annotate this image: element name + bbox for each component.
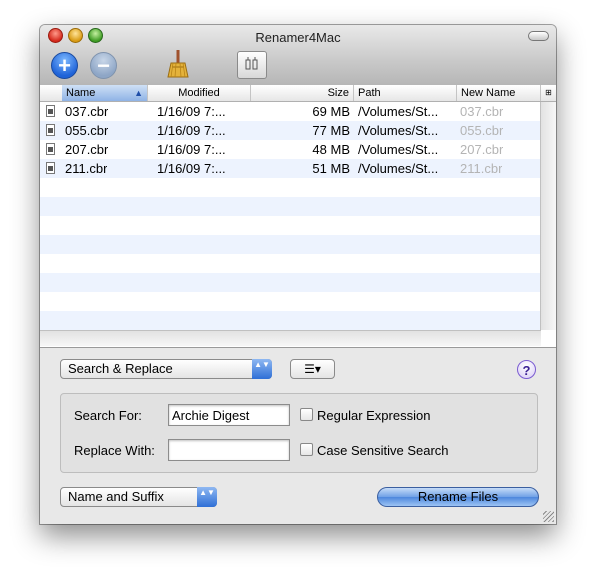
options-panel: Search & Replace ▲▼ ☰▾ ? Search For: Reg… (40, 348, 556, 524)
empty-row (40, 311, 540, 330)
table-row[interactable]: 207.cbr 1/16/09 7:... 48 MB /Volumes/St.… (40, 140, 540, 159)
sort-ascending-icon: ▲ (134, 88, 143, 98)
replace-with-label: Replace With: (74, 443, 155, 458)
cell-new-name: 037.cbr (460, 104, 504, 119)
titlebar: Renamer4Mac + − (40, 25, 556, 86)
cell-name: 055.cbr (65, 123, 109, 138)
empty-row (40, 235, 540, 254)
app-window: Renamer4Mac + − Name ▲ Modified Size Pat… (40, 25, 556, 524)
file-icon (46, 143, 55, 155)
replace-with-input[interactable] (168, 439, 290, 461)
cell-size: 48 MB (312, 142, 350, 157)
cell-modified: 1/16/09 7:... (157, 104, 226, 119)
column-header-size[interactable]: Size (251, 85, 354, 101)
plus-icon: + (58, 52, 71, 78)
cell-new-name: 211.cbr (460, 161, 503, 176)
popup-arrows-icon: ▲▼ (197, 487, 217, 507)
remove-files-button[interactable]: − (90, 52, 117, 79)
cell-modified: 1/16/09 7:... (157, 142, 226, 157)
window-title: Renamer4Mac (255, 30, 341, 45)
table-rows: 037.cbr 1/16/09 7:... 69 MB /Volumes/St.… (40, 102, 540, 330)
empty-row (40, 216, 540, 235)
preview-icon (245, 57, 258, 70)
empty-row (40, 292, 540, 311)
file-icon (46, 124, 55, 136)
table-row[interactable]: 037.cbr 1/16/09 7:... 69 MB /Volumes/St.… (40, 102, 540, 121)
empty-row (40, 254, 540, 273)
empty-row (40, 197, 540, 216)
toolbar-toggle-button[interactable] (528, 31, 549, 41)
column-header-modified[interactable]: Modified (148, 85, 251, 101)
table-row[interactable]: 211.cbr 1/16/09 7:... 51 MB /Volumes/St.… (40, 159, 540, 178)
rename-files-button[interactable]: Rename Files (377, 487, 539, 507)
rename-mode-popup[interactable]: Search & Replace ▲▼ (60, 359, 272, 379)
search-replace-group: Search For: Regular Expression Replace W… (60, 393, 538, 473)
add-files-button[interactable]: + (51, 52, 78, 79)
case-sensitive-label: Case Sensitive Search (317, 443, 449, 458)
vertical-scrollbar[interactable] (540, 102, 556, 330)
clear-list-button[interactable] (166, 49, 190, 79)
cell-name: 211.cbr (65, 161, 108, 176)
search-for-input[interactable] (168, 404, 290, 426)
table-header: Name ▲ Modified Size Path New Name ⊞ (40, 85, 556, 102)
help-icon: ? (522, 363, 531, 378)
popup-arrows-icon: ▲▼ (252, 359, 272, 379)
action-menu-button[interactable]: ☰▾ (290, 359, 335, 379)
preview-button[interactable] (237, 51, 267, 79)
cell-name: 037.cbr (65, 104, 109, 119)
empty-row (40, 273, 540, 292)
column-header-path[interactable]: Path (354, 85, 457, 101)
cell-path: /Volumes/St... (358, 123, 439, 138)
cell-size: 77 MB (312, 123, 350, 138)
broom-icon (167, 50, 189, 78)
cell-size: 69 MB (312, 104, 350, 119)
case-sensitive-checkbox[interactable] (300, 443, 313, 456)
cell-path: /Volumes/St... (358, 161, 439, 176)
apply-to-value: Name and Suffix (68, 489, 164, 504)
search-for-label: Search For: (74, 408, 142, 423)
regular-expression-checkbox[interactable] (300, 408, 313, 421)
sliders-menu-icon: ☰▾ (304, 362, 321, 376)
column-header-new-name[interactable]: New Name (457, 85, 541, 101)
column-header-name[interactable]: Name ▲ (62, 85, 148, 101)
help-button[interactable]: ? (517, 360, 536, 379)
minus-icon: − (97, 52, 110, 78)
column-options-icon[interactable]: ⊞ (541, 85, 556, 101)
file-table: Name ▲ Modified Size Path New Name ⊞ 037… (40, 85, 556, 348)
horizontal-scrollbar[interactable] (40, 330, 541, 346)
cell-path: /Volumes/St... (358, 104, 439, 119)
cell-new-name: 207.cbr (460, 142, 504, 157)
cell-path: /Volumes/St... (358, 142, 439, 157)
cell-name: 207.cbr (65, 142, 109, 157)
rename-mode-value: Search & Replace (68, 361, 173, 376)
regular-expression-label: Regular Expression (317, 408, 431, 423)
file-icon (46, 105, 55, 117)
cell-new-name: 055.cbr (460, 123, 504, 138)
resize-grip[interactable] (543, 511, 554, 522)
cell-size: 51 MB (312, 161, 350, 176)
file-icon (46, 162, 55, 174)
table-row[interactable]: 055.cbr 1/16/09 7:... 77 MB /Volumes/St.… (40, 121, 540, 140)
cell-modified: 1/16/09 7:... (157, 161, 226, 176)
cell-modified: 1/16/09 7:... (157, 123, 226, 138)
apply-to-popup[interactable]: Name and Suffix ▲▼ (60, 487, 217, 507)
empty-row (40, 178, 540, 197)
